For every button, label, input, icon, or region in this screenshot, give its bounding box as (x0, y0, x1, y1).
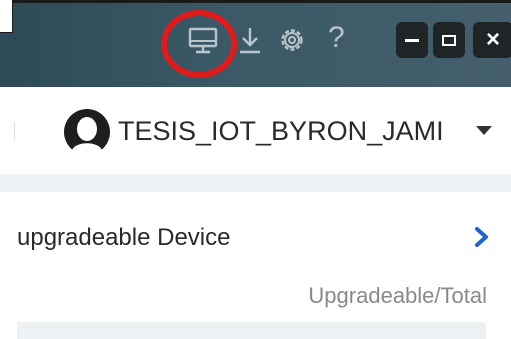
title-bar-notch (0, 0, 13, 33)
card-subtitle: Upgradeable/Total (308, 283, 487, 308)
window-top-border (0, 0, 511, 3)
help-icon[interactable]: ? (328, 21, 345, 55)
close-button[interactable]: × (473, 22, 511, 58)
maximize-button[interactable] (433, 22, 465, 58)
user-bar-divider (14, 122, 15, 140)
app-window: ? × TESIS_IOT_BYRON_JAMI upgradeable Dev… (0, 0, 511, 339)
caret-down-icon[interactable] (476, 126, 492, 135)
minimize-button[interactable] (396, 22, 428, 58)
maximize-icon (442, 34, 456, 46)
gear-icon[interactable] (278, 26, 306, 54)
minimize-icon (405, 38, 419, 42)
username-label[interactable]: TESIS_IOT_BYRON_JAMI (118, 114, 444, 148)
chevron-right-icon[interactable] (474, 226, 490, 248)
section-separator (0, 174, 511, 192)
close-icon: × (485, 26, 500, 53)
user-avatar-icon[interactable] (63, 108, 111, 156)
card-title: upgradeable Device (17, 224, 231, 251)
card-footer-band (17, 322, 486, 339)
download-icon[interactable] (238, 26, 262, 56)
monitor-icon[interactable] (188, 27, 218, 55)
